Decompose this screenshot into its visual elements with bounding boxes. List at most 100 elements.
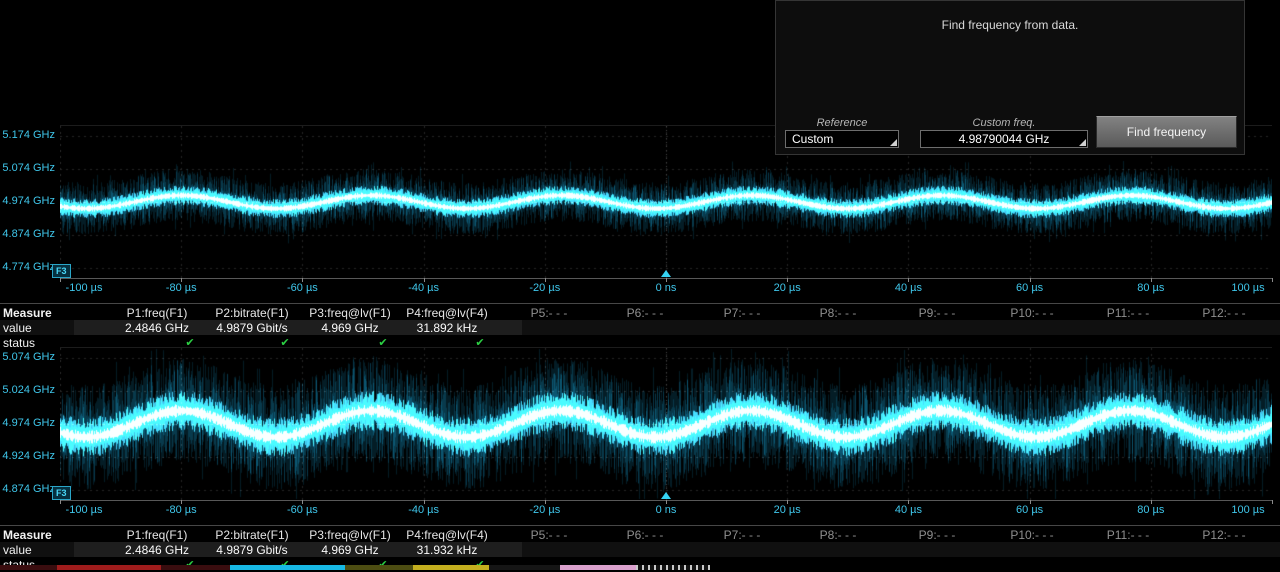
measure-value: 31.932 kHz bbox=[416, 543, 478, 557]
measure-value: 4.969 GHz bbox=[321, 321, 379, 335]
measure-param-header[interactable]: P3:freq@lv(F1) bbox=[309, 528, 391, 542]
plot-area-bottom[interactable] bbox=[60, 347, 1272, 501]
dialog-title: Find frequency from data. bbox=[941, 18, 1079, 32]
measure-param-header[interactable]: P1:freq(F1) bbox=[127, 306, 188, 320]
x-axis-tick bbox=[60, 500, 61, 504]
measure-param-header[interactable]: P2:bitrate(F1) bbox=[215, 528, 288, 542]
descriptor-box-edge[interactable] bbox=[636, 565, 710, 570]
y-axis-tick-label: 5.174 GHz bbox=[2, 129, 55, 141]
descriptor-box-edge[interactable] bbox=[345, 565, 413, 570]
measure-param-header[interactable]: P5:- - - bbox=[531, 528, 568, 542]
measure-param-header[interactable]: P7:- - - bbox=[724, 528, 761, 542]
trigger-position-icon bbox=[661, 270, 671, 277]
trace-badge-bottom[interactable]: F3 bbox=[52, 486, 71, 500]
x-axis-tick-label: -20 µs bbox=[529, 504, 561, 516]
measure-value: 4.9879 Gbit/s bbox=[216, 321, 288, 335]
x-axis-tick-label: -20 µs bbox=[529, 282, 561, 294]
descriptor-box-edge[interactable] bbox=[710, 565, 1280, 570]
x-axis-tick-label: -40 µs bbox=[408, 282, 439, 294]
y-axis-tick-label: 4.874 GHz bbox=[2, 228, 55, 240]
oscilloscope-screen: 5.174 GHz 5.074 GHz 4.974 GHz 4.874 GHz 4.77… bbox=[0, 0, 1280, 572]
measure-param-header[interactable]: P11:- - - bbox=[1107, 306, 1149, 320]
measure-value: 2.4846 GHz bbox=[124, 543, 190, 557]
measure-param-header[interactable]: P12:- - - bbox=[1202, 306, 1245, 320]
row-label: Measure bbox=[3, 528, 52, 542]
x-axis-tick-label: 60 µs bbox=[1016, 504, 1044, 516]
descriptor-box-edge[interactable] bbox=[560, 565, 636, 570]
y-axis-tick-label: 4.924 GHz bbox=[2, 450, 55, 462]
x-axis-labels-top: -100 µs -80 µs -60 µs -40 µs -20 µs 0 ns 20 µs… bbox=[60, 278, 1273, 297]
row-label: value bbox=[3, 321, 32, 335]
y-axis-tick-label: 4.774 GHz bbox=[2, 261, 55, 273]
custom-freq-value: 4.98790044 GHz bbox=[958, 132, 1050, 146]
measure-param-header[interactable]: P4:freq@lv(F4) bbox=[406, 306, 488, 320]
x-axis-tick-label: -40 µs bbox=[408, 504, 439, 516]
x-axis-tick-label: 0 ns bbox=[655, 504, 677, 516]
x-axis-tick bbox=[1272, 278, 1273, 282]
descriptor-box-edge[interactable] bbox=[57, 565, 161, 570]
measure-param-header[interactable]: P9:- - - bbox=[919, 528, 956, 542]
waveform-canvas-bottom bbox=[60, 348, 1272, 500]
reference-select[interactable]: Custom bbox=[785, 130, 899, 148]
y-axis-tick-label: 5.024 GHz bbox=[2, 384, 55, 396]
measure-value: 4.9879 Gbit/s bbox=[216, 543, 288, 557]
measure-param-header[interactable]: P12:- - - bbox=[1202, 528, 1245, 542]
measure-table-1: Measure P1:freq(F1) P2:bitrate(F1) P3:freq@… bbox=[0, 303, 1280, 350]
descriptor-box-edge[interactable] bbox=[230, 565, 345, 570]
waveform-chart-bottom: 5.074 GHz 5.024 GHz 4.974 GHz 4.924 GHz 4.87… bbox=[0, 347, 1280, 519]
custom-freq-label: Custom freq. bbox=[972, 117, 1036, 129]
combo-arrow-icon bbox=[890, 139, 897, 146]
reference-select-value: Custom bbox=[792, 132, 834, 146]
measure-param-header[interactable]: P10:- - - bbox=[1010, 306, 1053, 320]
descriptor-box-edge[interactable] bbox=[413, 565, 489, 570]
measure-param-header[interactable]: P1:freq(F1) bbox=[127, 528, 188, 542]
x-axis-tick-label: 80 µs bbox=[1137, 282, 1165, 294]
x-axis-tick-label: 20 µs bbox=[773, 504, 801, 516]
measure-value: 31.892 kHz bbox=[416, 321, 478, 335]
trace-badge-top[interactable]: F3 bbox=[52, 264, 71, 278]
x-axis-tick-label: -80 µs bbox=[165, 282, 197, 294]
x-axis-tick-label: 100 µs bbox=[1231, 282, 1265, 294]
x-axis-tick-label: 40 µs bbox=[894, 282, 922, 294]
x-axis-tick-label: -100 µs bbox=[65, 282, 103, 294]
measure-param-header[interactable]: P9:- - - bbox=[919, 306, 956, 320]
measure-param-header[interactable]: P10:- - - bbox=[1010, 528, 1053, 542]
y-axis-tick-label: 4.874 GHz bbox=[2, 483, 55, 495]
find-frequency-button[interactable]: Find frequency bbox=[1096, 116, 1237, 148]
x-axis-tick-label: 40 µs bbox=[894, 504, 922, 516]
x-axis-tick-label: -100 µs bbox=[65, 504, 103, 516]
measure-param-header[interactable]: P6:- - - bbox=[627, 306, 664, 320]
measure-param-header[interactable]: P3:freq@lv(F1) bbox=[309, 306, 391, 320]
descriptor-box-edge[interactable] bbox=[489, 565, 560, 570]
x-axis-labels-bottom: -100 µs -80 µs -60 µs -40 µs -20 µs 0 ns 20 µs… bbox=[60, 500, 1273, 519]
measure-param-header[interactable]: P7:- - - bbox=[724, 306, 761, 320]
x-axis-tick-label: 60 µs bbox=[1016, 282, 1044, 294]
descriptor-box-edge[interactable] bbox=[161, 565, 230, 570]
x-axis-tick bbox=[60, 278, 61, 282]
y-axis-tick-label: 5.074 GHz bbox=[2, 162, 55, 174]
measure-param-header[interactable]: P4:freq@lv(F4) bbox=[406, 528, 488, 542]
measure-value: 2.4846 GHz bbox=[124, 321, 190, 335]
row-label: value bbox=[3, 543, 32, 557]
descriptor-box-edge[interactable] bbox=[0, 565, 57, 570]
trigger-position-icon bbox=[661, 492, 671, 499]
measure-param-header[interactable]: P8:- - - bbox=[820, 306, 857, 320]
measure-param-header[interactable]: P11:- - - bbox=[1107, 528, 1149, 542]
measure-param-header[interactable]: P5:- - - bbox=[531, 306, 568, 320]
y-axis-tick-label: 4.974 GHz bbox=[2, 417, 55, 429]
x-axis-tick-label: 20 µs bbox=[773, 282, 801, 294]
x-axis-tick-label: -60 µs bbox=[286, 282, 318, 294]
custom-freq-input[interactable]: 4.98790044 GHz bbox=[920, 130, 1088, 148]
x-axis-tick-label: -80 µs bbox=[165, 504, 197, 516]
find-frequency-dialog: Find frequency from data. Reference Cust… bbox=[775, 0, 1245, 155]
x-axis-tick bbox=[1272, 500, 1273, 504]
measure-param-header[interactable]: P6:- - - bbox=[627, 528, 664, 542]
x-axis-tick-label: 0 ns bbox=[655, 282, 677, 294]
combo-arrow-icon bbox=[1079, 139, 1086, 146]
y-axis-tick-label: 4.974 GHz bbox=[2, 195, 55, 207]
measure-param-header[interactable]: P8:- - - bbox=[820, 528, 857, 542]
x-axis-tick-label: 100 µs bbox=[1231, 504, 1265, 516]
x-axis-tick-label: 80 µs bbox=[1137, 504, 1165, 516]
reference-label: Reference bbox=[816, 117, 868, 129]
measure-param-header[interactable]: P2:bitrate(F1) bbox=[215, 306, 288, 320]
